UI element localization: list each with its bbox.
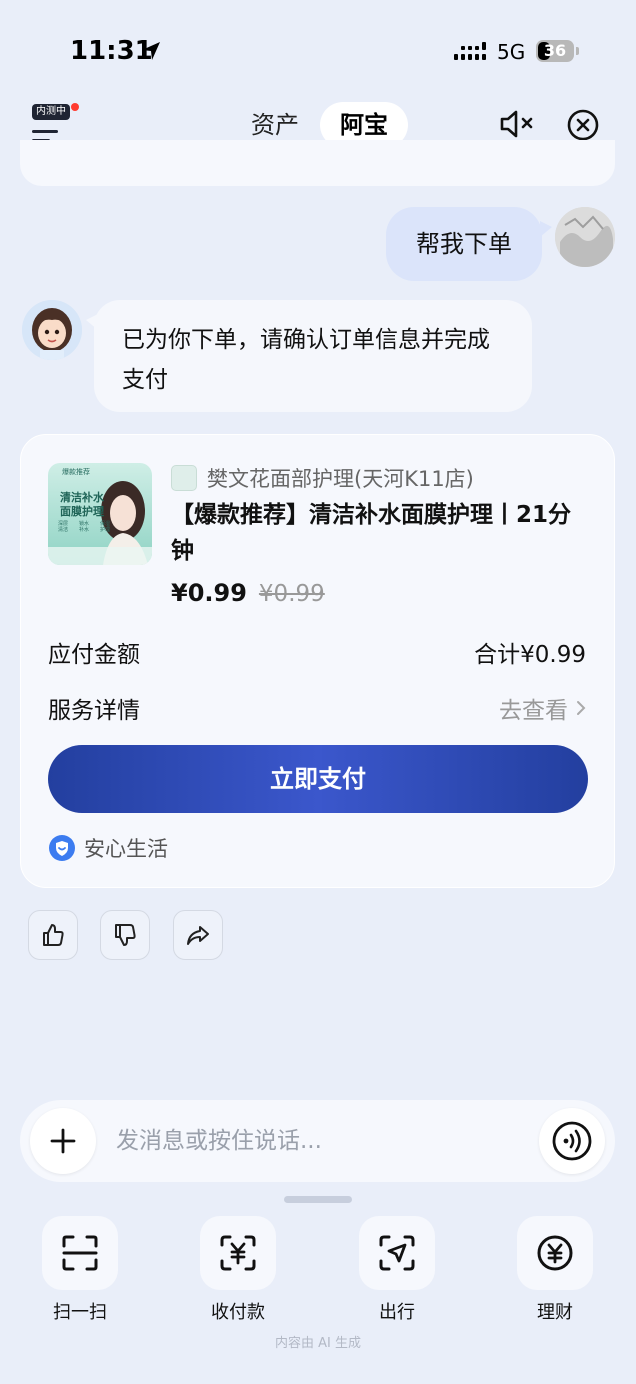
- service-details-label: 服务详情: [48, 698, 140, 724]
- amount-label: 应付金额: [48, 642, 140, 668]
- message-input-bar: [20, 1100, 615, 1182]
- quick-action-wealth[interactable]: 理财: [505, 1216, 605, 1326]
- payment-icon: [220, 1235, 256, 1271]
- chevron-right-icon: [577, 701, 586, 715]
- product-image-features: 深层清洁 锁水补水 保湿护理: [58, 521, 112, 533]
- assistant-avatar: [22, 300, 82, 360]
- battery-cap: [576, 47, 579, 55]
- user-avatar[interactable]: [555, 207, 615, 267]
- share-icon: [187, 926, 209, 945]
- product-image[interactable]: 爆款推荐 清洁补水 面膜护理 深层清洁 锁水补水 保湿护理: [48, 463, 152, 565]
- pay-now-button[interactable]: 立即支付: [48, 745, 588, 813]
- quick-action-payment[interactable]: 收付款: [188, 1216, 288, 1326]
- shop-logo: [171, 465, 197, 491]
- close-circle-icon[interactable]: [566, 108, 600, 142]
- user-message-bubble: 帮我下单: [386, 207, 552, 281]
- quick-action-label: 扫一扫: [53, 1302, 107, 1323]
- dislike-button[interactable]: [100, 910, 150, 960]
- travel-icon: [379, 1235, 415, 1271]
- payment-icon-wrap: [200, 1216, 276, 1290]
- menu-icon: [32, 130, 58, 133]
- shop-name: 樊文花面部护理(天河K11店): [207, 467, 474, 491]
- product-title[interactable]: 【爆款推荐】清洁补水面膜护理丨21分钟: [171, 497, 591, 569]
- product-image-headline-2: 面膜护理: [60, 505, 104, 518]
- quick-action-label: 收付款: [211, 1302, 265, 1323]
- assurance-row[interactable]: 安心生活: [48, 833, 168, 863]
- quick-action-scan[interactable]: 扫一扫: [30, 1216, 130, 1326]
- price: ¥0.99: [171, 579, 247, 607]
- wealth-icon-wrap: [517, 1216, 593, 1290]
- like-button[interactable]: [28, 910, 78, 960]
- ai-generated-note: 内容由 AI 生成: [275, 1336, 361, 1351]
- shield-icon: [49, 835, 75, 861]
- status-bar: 11:31 5G 36: [0, 0, 636, 100]
- product-image-feature: 深层清洁: [58, 521, 69, 533]
- thumbs-up-icon: [43, 924, 64, 946]
- drag-handle[interactable]: [284, 1196, 352, 1203]
- message-input[interactable]: [116, 1120, 516, 1162]
- amount-total: 合计¥0.99: [474, 642, 586, 668]
- location-arrow-icon: [142, 42, 160, 60]
- price-row: ¥0.99 ¥0.99: [171, 579, 325, 607]
- scan-icon-wrap: [42, 1216, 118, 1290]
- product-image-feature: 保湿护理: [100, 521, 111, 533]
- product-image-feature: 锁水补水: [79, 521, 90, 533]
- network-type: 5G: [497, 40, 526, 64]
- add-button[interactable]: [30, 1108, 96, 1174]
- beta-badge: 内测中: [32, 104, 70, 120]
- previous-message-card: [20, 140, 615, 186]
- quick-action-label: 理财: [537, 1302, 573, 1323]
- service-details-link[interactable]: 去查看: [499, 691, 586, 725]
- share-button[interactable]: [173, 910, 223, 960]
- shop-row[interactable]: 樊文花面部护理(天河K11店): [171, 463, 474, 493]
- battery-icon: 36: [536, 40, 574, 62]
- quick-action-label: 出行: [379, 1302, 415, 1323]
- battery-level: 36: [543, 41, 567, 60]
- product-image-tag: 爆款推荐: [62, 468, 90, 476]
- notification-dot: [71, 103, 79, 111]
- speaker-mute-icon[interactable]: [498, 108, 536, 140]
- wealth-icon: [537, 1235, 573, 1271]
- plus-icon: [50, 1128, 76, 1154]
- service-details-link-text: 去查看: [499, 698, 568, 724]
- scan-icon: [62, 1235, 98, 1271]
- assurance-text: 安心生活: [84, 837, 168, 861]
- original-price: ¥0.99: [258, 581, 325, 607]
- travel-icon-wrap: [359, 1216, 435, 1290]
- cellular-signal-icon: [454, 42, 486, 60]
- thumbs-down-icon: [115, 924, 136, 946]
- voice-button[interactable]: [539, 1108, 605, 1174]
- quick-action-travel[interactable]: 出行: [347, 1216, 447, 1326]
- assistant-message-bubble: 已为你下单，请确认订单信息并完成支付: [86, 300, 532, 412]
- order-card: 爆款推荐 清洁补水 面膜护理 深层清洁 锁水补水 保湿护理 樊文花面部护理(天河…: [20, 434, 615, 888]
- voice-wave-icon: [552, 1121, 592, 1161]
